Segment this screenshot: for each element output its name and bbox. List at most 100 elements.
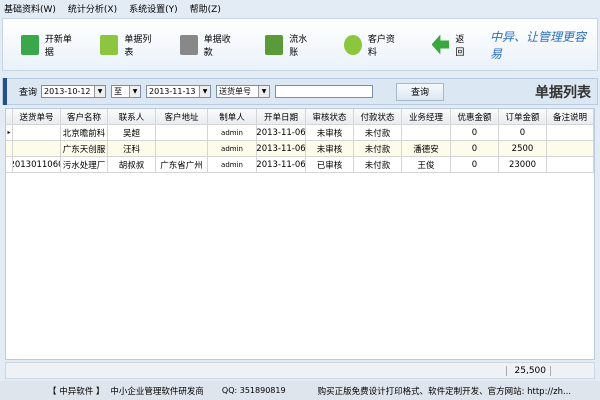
table-cell: 未审核 <box>306 141 354 156</box>
table-cell <box>13 125 61 140</box>
search-input[interactable] <box>275 85 374 98</box>
table-cell: 王俊 <box>402 157 451 172</box>
chevron-down-icon[interactable]: ▼ <box>258 86 270 97</box>
column-header[interactable]: 送货单号 <box>13 109 61 124</box>
cash-register-icon <box>179 34 198 55</box>
table-cell <box>156 141 208 156</box>
column-header[interactable]: 客户地址 <box>156 109 208 124</box>
table-cell: 吴超 <box>108 125 156 140</box>
accent-bar <box>3 78 7 105</box>
table-row[interactable]: 2013011060污水处理厂胡叔叔广东省广州admin2013-11-06已审… <box>6 157 594 173</box>
table-cell: 0 <box>451 141 499 156</box>
table-cell: 污水处理厂 <box>61 157 108 172</box>
chevron-down-icon[interactable]: ▼ <box>94 86 106 97</box>
table-cell: 2013011060 <box>13 157 61 172</box>
row-header[interactable] <box>6 109 13 124</box>
menu-help[interactable]: 帮助(Z) <box>190 2 221 15</box>
company-desc: 中小企业管理软件研发商 <box>110 386 204 397</box>
table-cell: 2013-11-06 <box>257 125 306 140</box>
totals-row: 25,500 <box>5 362 595 379</box>
table-cell: 2500 <box>499 141 547 156</box>
list-icon <box>100 34 119 55</box>
toolbar-label: 流水账 <box>289 34 308 58</box>
table-row[interactable]: ▸ 北京曕前科 吴超 admin 2013-11-06 未审核 未付款 0 0 <box>6 125 594 141</box>
advert-text[interactable]: 购买正版免费设计打印格式、软件定制开发、官方网站: http://zh... <box>318 385 572 397</box>
row-header[interactable] <box>6 157 13 172</box>
date-to-picker[interactable]: 2013-11-13 ▼ <box>146 85 212 98</box>
toolbar-button-1[interactable]: 单据列表 <box>94 25 165 65</box>
menu-bar: 基础资料(W) 统计分析(X) 系统设置(Y) 帮助(Z) <box>0 0 600 16</box>
bill-table: 送货单号 客户名称 联系人 客户地址 制单人 开单日期 审核状态 付款状态 业务经理 优惠金额 订单… <box>5 108 595 360</box>
table-cell: 2013-11-06 <box>257 157 306 172</box>
chevron-down-icon[interactable]: ▼ <box>129 86 141 97</box>
date-to-value: 2013-11-13 <box>149 87 196 96</box>
row-header[interactable] <box>6 141 13 156</box>
filter-bar: 查询 2013-10-12 ▼ 至 ▼ 2013-11-13 ▼ 送货单号 ▼ 查询 单… <box>2 78 598 105</box>
table-cell: 广东天创服 <box>61 141 108 156</box>
table-cell <box>547 157 594 172</box>
new-document-icon <box>21 34 39 55</box>
column-header[interactable]: 审核状态 <box>306 109 354 124</box>
column-header[interactable]: 备注说明 <box>547 109 594 124</box>
menu-statistics[interactable]: 统计分析(X) <box>68 2 117 15</box>
toolbar-label: 单据收款 <box>203 34 231 58</box>
table-cell: 0 <box>451 157 499 172</box>
column-header[interactable]: 开单日期 <box>257 109 306 124</box>
table-cell: 潘德安 <box>402 141 451 156</box>
table-cell: 0 <box>499 125 547 140</box>
order-amount-total: 25,500 <box>506 366 551 376</box>
date-from-picker[interactable]: 2013-10-12 ▼ <box>41 85 107 98</box>
toolbar-label: 单据列表 <box>124 34 152 58</box>
toolbar-label: 开新单据 <box>44 34 72 58</box>
range-select[interactable]: 至 ▼ <box>111 85 142 98</box>
table-cell <box>13 141 61 156</box>
table-cell: 北京曕前科 <box>61 125 108 140</box>
toolbar-button-5[interactable]: 返 回 <box>426 25 482 65</box>
table-cell: 胡叔叔 <box>108 157 156 172</box>
query-label: 查询 <box>19 88 38 98</box>
table-cell: 未审核 <box>306 125 354 140</box>
table-cell: 未付款 <box>354 141 402 156</box>
column-header[interactable]: 订单金额 <box>499 109 547 124</box>
table-cell: 汪科 <box>108 141 156 156</box>
signature-logo: 中异、让管理更容易 <box>489 29 586 61</box>
menu-basic-data[interactable]: 基础资料(W) <box>4 2 56 15</box>
ledger-icon <box>265 34 284 55</box>
table-cell: 2013-11-06 <box>257 141 306 156</box>
table-cell: admin <box>208 141 257 156</box>
toolbar-label: 客户资料 <box>367 34 395 58</box>
table-cell <box>547 125 594 140</box>
column-header[interactable]: 优惠金额 <box>451 109 499 124</box>
table-cell: 23000 <box>499 157 547 172</box>
field-select[interactable]: 送货单号 ▼ <box>216 85 271 98</box>
column-header[interactable]: 付款状态 <box>354 109 402 124</box>
column-header[interactable]: 联系人 <box>108 109 156 124</box>
table-cell: admin <box>208 157 257 172</box>
table-cell: 广东省广州 <box>156 157 208 172</box>
status-bar: 【 中异软件 】 中小企业管理软件研发商 QQ: 351890819 购买正版免… <box>0 381 600 400</box>
toolbar-button-0[interactable]: 开新单据 <box>15 25 86 65</box>
column-header[interactable]: 业务经理 <box>402 109 451 124</box>
back-arrow-icon <box>431 34 450 55</box>
toolbar-button-4[interactable]: 客户资料 <box>338 25 409 65</box>
table-cell <box>156 125 208 140</box>
table-cell: admin <box>208 125 257 140</box>
toolbar-button-2[interactable]: 单据收款 <box>174 25 245 65</box>
toolbar: 开新单据 单据列表 单据收款 流水账 客户资料 返 回 中异、让管理更容易 <box>2 18 598 71</box>
table-cell <box>402 125 451 140</box>
chevron-down-icon[interactable]: ▼ <box>199 86 211 97</box>
toolbar-label: 返 回 <box>455 34 465 58</box>
row-header[interactable]: ▸ <box>6 125 13 140</box>
table-cell: 0 <box>451 125 499 140</box>
table-cell: 未付款 <box>354 125 402 140</box>
table-row[interactable]: 广东天创服 汪科 admin 2013-11-06 未审核 未付款 潘德安 0 2500 <box>6 141 594 157</box>
column-header[interactable]: 客户名称 <box>61 109 108 124</box>
toolbar-button-3[interactable]: 流水账 <box>259 25 322 65</box>
menu-settings[interactable]: 系统设置(Y) <box>129 2 178 15</box>
range-value: 至 <box>114 87 123 96</box>
column-header[interactable]: 制单人 <box>208 109 257 124</box>
search-button[interactable]: 查询 <box>396 82 445 101</box>
table-header: 送货单号 客户名称 联系人 客户地址 制单人 开单日期 审核状态 付款状态 业务经理 优惠金额 订单… <box>6 109 594 125</box>
customers-icon <box>344 34 362 55</box>
table-cell <box>547 141 594 156</box>
